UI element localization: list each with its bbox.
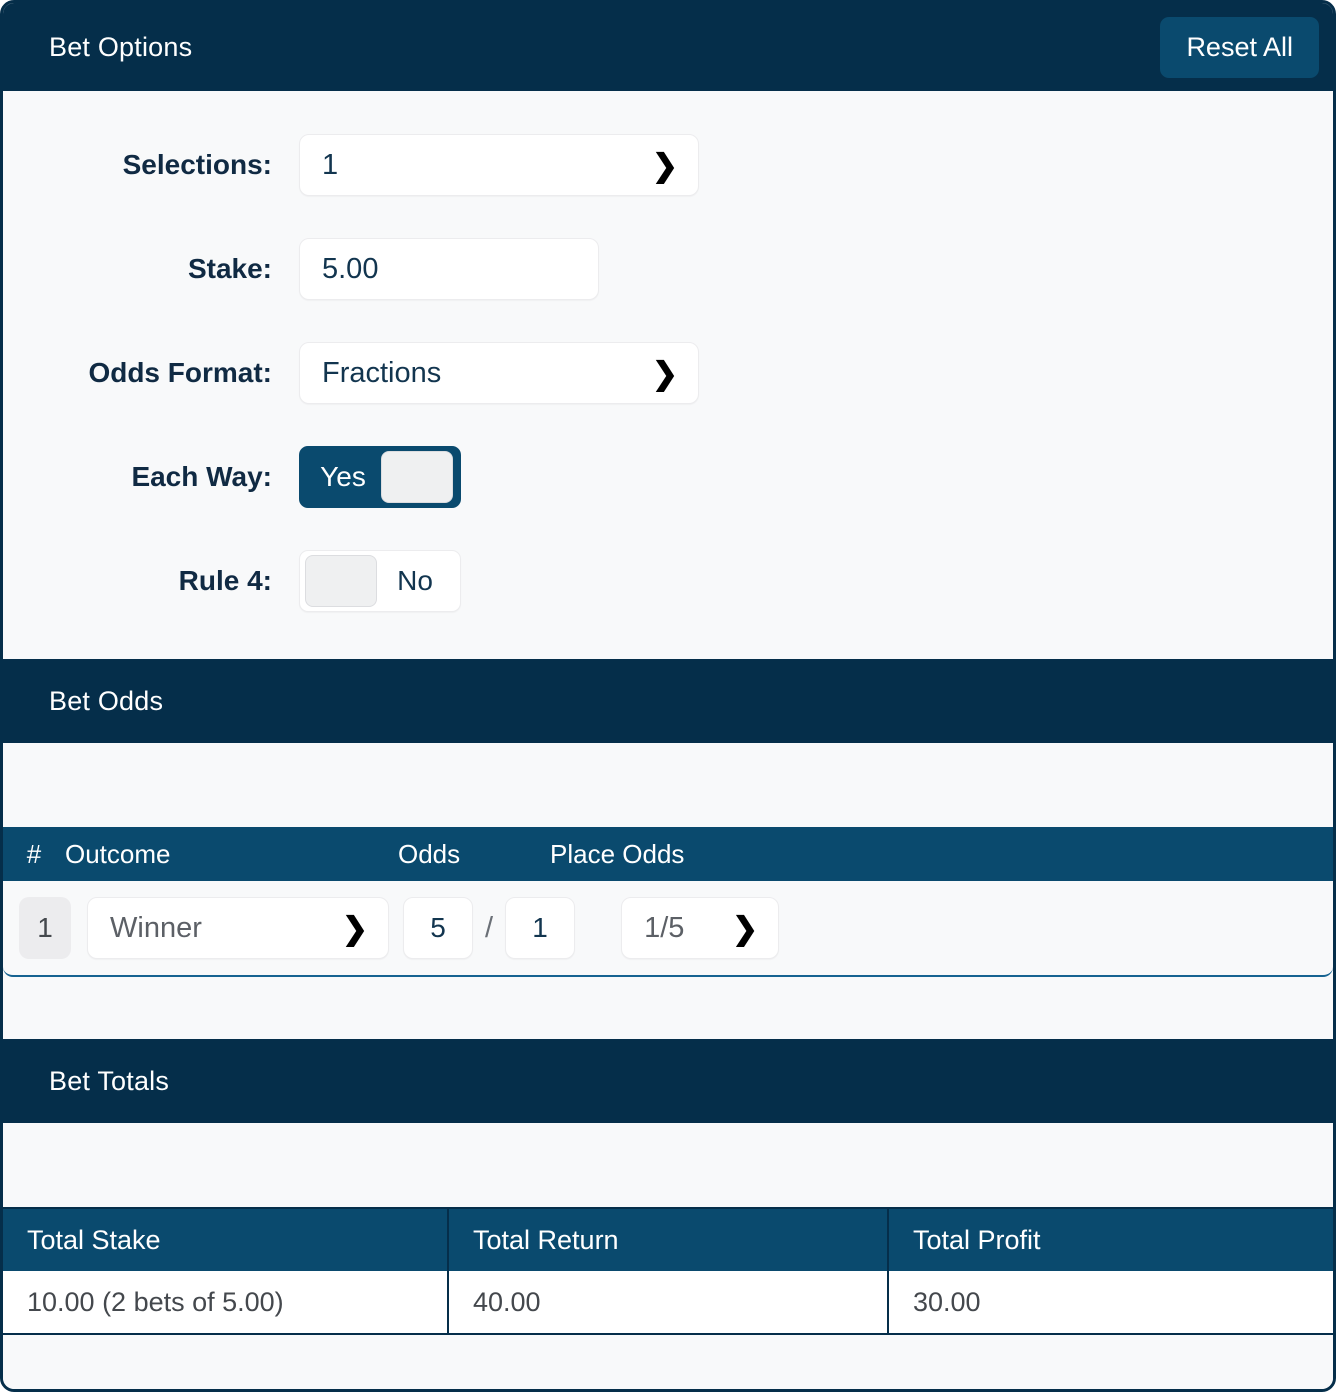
rule-4-toggle-text: No: [397, 565, 433, 596]
place-odds-value: 1/5: [644, 911, 685, 944]
column-header-total-return: Total Return: [449, 1209, 889, 1271]
stake-label: Stake:: [187, 253, 272, 284]
odds-format-value: Fractions: [322, 356, 442, 389]
chevron-right-icon: ❯: [652, 355, 678, 391]
column-header-place-odds: Place Odds: [550, 838, 685, 869]
field-row-selections: Selections: 1 ❯: [3, 113, 1333, 217]
chevron-right-icon: ❯: [342, 910, 368, 946]
bet-calculator: Bet Options Reset All Selections: 1 ❯ St…: [0, 0, 1336, 1392]
toggle-knob: [381, 451, 453, 503]
odds-numerator-input[interactable]: 5: [403, 897, 473, 959]
reset-all-button[interactable]: Reset All: [1160, 16, 1319, 78]
bet-totals-spacer-top: [3, 1123, 1333, 1207]
bet-totals-spacer-bottom: [3, 1335, 1333, 1389]
selections-control: 1 ❯: [299, 134, 699, 196]
total-profit-value: 30.00: [913, 1286, 981, 1317]
field-row-each-way: Each Way: Yes: [3, 425, 1333, 529]
table-row: 10.00 (2 bets of 5.00) 40.00 30.00: [3, 1271, 1333, 1333]
outcome-value: Winner: [110, 911, 202, 944]
bet-options-body: Selections: 1 ❯ Stake: 5.00 Odds Format:…: [3, 91, 1333, 659]
chevron-right-icon: ❯: [732, 910, 759, 946]
field-row-rule-4: Rule 4: No: [3, 529, 1333, 633]
each-way-label: Each Way:: [131, 461, 272, 492]
bet-totals-title: Bet Totals: [49, 1065, 170, 1096]
odds-table-header: # Outcome Odds Place Odds: [3, 827, 1333, 881]
selections-label: Selections:: [122, 149, 272, 180]
total-stake-value: 10.00 (2 bets of 5.00): [3, 1271, 449, 1333]
bet-options-header: Bet Options Reset All: [3, 3, 1333, 91]
odds-denominator-input[interactable]: 1: [505, 897, 576, 959]
field-row-stake: Stake: 5.00: [3, 217, 1333, 321]
row-index-badge: 1: [19, 897, 71, 959]
each-way-toggle-text: Yes: [320, 461, 366, 492]
odds-format-select[interactable]: Fractions ❯: [299, 342, 699, 404]
table-row: 1 Winner ❯ 5 / 1 1/5 ❯: [3, 881, 1333, 977]
selections-select[interactable]: 1 ❯: [299, 134, 699, 196]
rule-4-label: Rule 4:: [178, 565, 272, 596]
field-row-odds-format: Odds Format: Fractions ❯: [3, 321, 1333, 425]
each-way-control: Yes: [299, 446, 461, 508]
column-header-odds: Odds: [398, 838, 461, 869]
odds-format-control: Fractions ❯: [299, 342, 699, 404]
total-return-value: 40.00: [449, 1271, 889, 1333]
column-header-total-stake: Total Stake: [3, 1209, 449, 1271]
toggle-knob: [305, 555, 377, 607]
odds-format-label: Odds Format:: [88, 357, 272, 388]
each-way-toggle[interactable]: Yes: [299, 446, 461, 508]
place-odds-select[interactable]: 1/5 ❯: [621, 897, 780, 959]
column-header-total-profit: Total Profit: [913, 1224, 1041, 1255]
bet-odds-header: Bet Odds: [3, 659, 1333, 743]
odds-separator: /: [485, 911, 494, 944]
rule-4-toggle[interactable]: No: [299, 550, 461, 612]
chevron-right-icon: ❯: [652, 147, 678, 183]
bet-odds-spacer-top: [3, 743, 1333, 827]
rule-4-control: No: [299, 550, 461, 612]
outcome-select[interactable]: Winner ❯: [87, 897, 389, 959]
column-header-number: #: [26, 838, 42, 869]
stake-input[interactable]: 5.00: [299, 238, 599, 300]
bet-odds-title: Bet Odds: [49, 685, 164, 716]
bet-totals-header: Bet Totals: [3, 1039, 1333, 1123]
bet-odds-spacer-bottom: [3, 977, 1333, 1039]
bet-options-title: Bet Options: [49, 31, 193, 62]
stake-value: 5.00: [322, 252, 379, 285]
selections-value: 1: [322, 148, 339, 181]
totals-table-header: Total Stake Total Return Total Profit: [3, 1209, 1333, 1271]
totals-table: Total Stake Total Return Total Profit 10…: [3, 1207, 1333, 1335]
stake-control: 5.00: [299, 238, 599, 300]
column-header-outcome: Outcome: [65, 838, 171, 869]
